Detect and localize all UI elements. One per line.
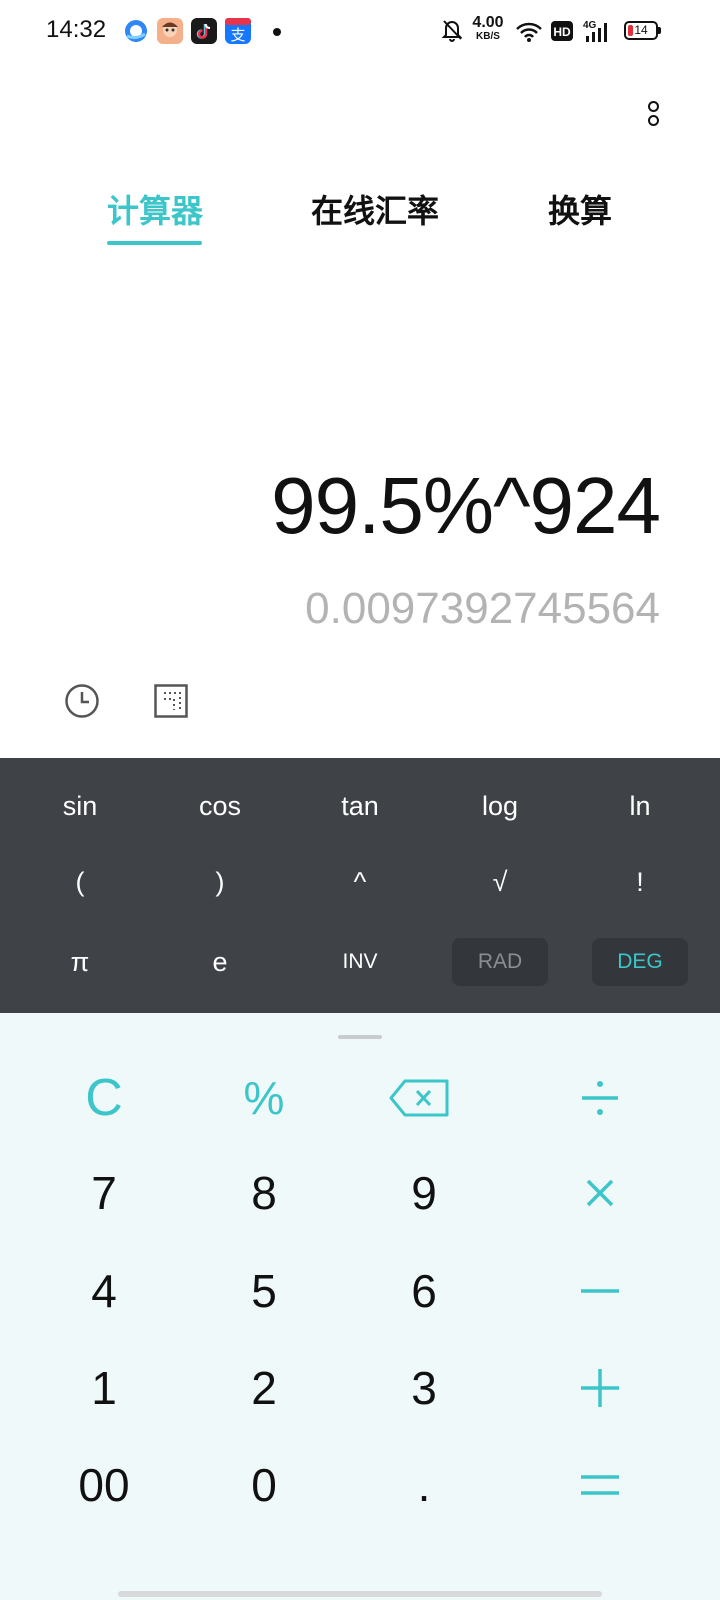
browser-icon [123, 18, 149, 44]
digit-3-key[interactable]: 3 [369, 1348, 479, 1428]
inv-key[interactable]: INV [312, 938, 408, 986]
more-options-button[interactable] [636, 94, 670, 134]
hd-icon: HD [551, 21, 573, 45]
decimal-key[interactable]: . [369, 1445, 479, 1525]
net-speed: 4.00 KB/S [472, 14, 504, 43]
battery-tip [658, 27, 661, 34]
battery-icon: 14 [624, 21, 658, 40]
rad-key[interactable]: RAD [452, 938, 548, 986]
signal-icon: 4G [582, 18, 614, 48]
gesture-nav-bar[interactable] [118, 1591, 602, 1597]
active-tab-indicator [107, 241, 202, 245]
more-dot [648, 115, 659, 126]
multiply-key[interactable] [545, 1153, 655, 1233]
history-icon[interactable] [64, 683, 100, 719]
expand-sci-icon[interactable] [154, 684, 188, 718]
status-time: 14:32 [46, 16, 107, 43]
digit-8-key[interactable]: 8 [209, 1153, 319, 1233]
log-key[interactable]: log [452, 782, 548, 830]
plus-key[interactable] [545, 1348, 655, 1428]
digit-2-key[interactable]: 2 [209, 1348, 319, 1428]
digit-0-key[interactable]: 0 [209, 1445, 319, 1525]
e-key[interactable]: e [172, 938, 268, 986]
divide-key[interactable] [545, 1058, 655, 1138]
wifi-icon [515, 21, 543, 47]
minus-key[interactable] [545, 1251, 655, 1331]
more-dot [648, 101, 659, 112]
svg-text:4G: 4G [583, 20, 597, 31]
main-keypad: C % 7 8 9 4 5 6 1 2 3 00 0 . [0, 1013, 720, 1600]
result-display: 0.0097392745564 [305, 584, 660, 633]
ln-key[interactable]: ln [592, 782, 688, 830]
battery-level: 14 [634, 23, 648, 37]
deg-key[interactable]: DEG [592, 938, 688, 986]
digit-7-key[interactable]: 7 [49, 1153, 159, 1233]
status-bar: 14:32 支 4.00 KB/S HD 4G 14 [0, 0, 720, 64]
digit-9-key[interactable]: 9 [369, 1153, 479, 1233]
svg-text:支: 支 [230, 26, 245, 44]
mute-bell-icon [441, 18, 463, 46]
digit-6-key[interactable]: 6 [369, 1251, 479, 1331]
alipay-icon: 支 [225, 18, 251, 44]
expression-display[interactable]: 99.5%^924 [271, 460, 661, 552]
digit-4-key[interactable]: 4 [49, 1251, 159, 1331]
percent-key[interactable]: % [209, 1058, 319, 1138]
avatar-app-icon [157, 18, 183, 44]
close-paren-key[interactable]: ) [172, 858, 268, 906]
svg-text:HD: HD [553, 25, 571, 39]
factorial-key[interactable]: ! [592, 858, 688, 906]
double-zero-key[interactable]: 00 [49, 1445, 159, 1525]
sqrt-key[interactable]: √ [452, 858, 548, 906]
backspace-icon[interactable] [363, 1058, 473, 1138]
equals-key[interactable] [545, 1445, 655, 1525]
pi-key[interactable]: π [32, 938, 128, 986]
drag-handle[interactable] [338, 1035, 382, 1039]
cos-key[interactable]: cos [172, 782, 268, 830]
clear-key[interactable]: C [49, 1058, 159, 1138]
scientific-panel: sin cos tan log ln ( ) ^ √ ! π e INV RAD… [0, 758, 720, 1013]
sin-key[interactable]: sin [32, 782, 128, 830]
open-paren-key[interactable]: ( [32, 858, 128, 906]
tan-key[interactable]: tan [312, 782, 408, 830]
power-key[interactable]: ^ [312, 858, 408, 906]
notification-dot [273, 28, 281, 36]
tab-conversion[interactable]: 换算 [548, 186, 612, 232]
tab-bar: 计算器 在线汇率 换算 [0, 180, 720, 250]
tiktok-icon [191, 18, 217, 44]
tab-calculator[interactable]: 计算器 [107, 186, 203, 232]
digit-5-key[interactable]: 5 [209, 1251, 319, 1331]
tab-exchange-rate[interactable]: 在线汇率 [311, 186, 439, 232]
digit-1-key[interactable]: 1 [49, 1348, 159, 1428]
